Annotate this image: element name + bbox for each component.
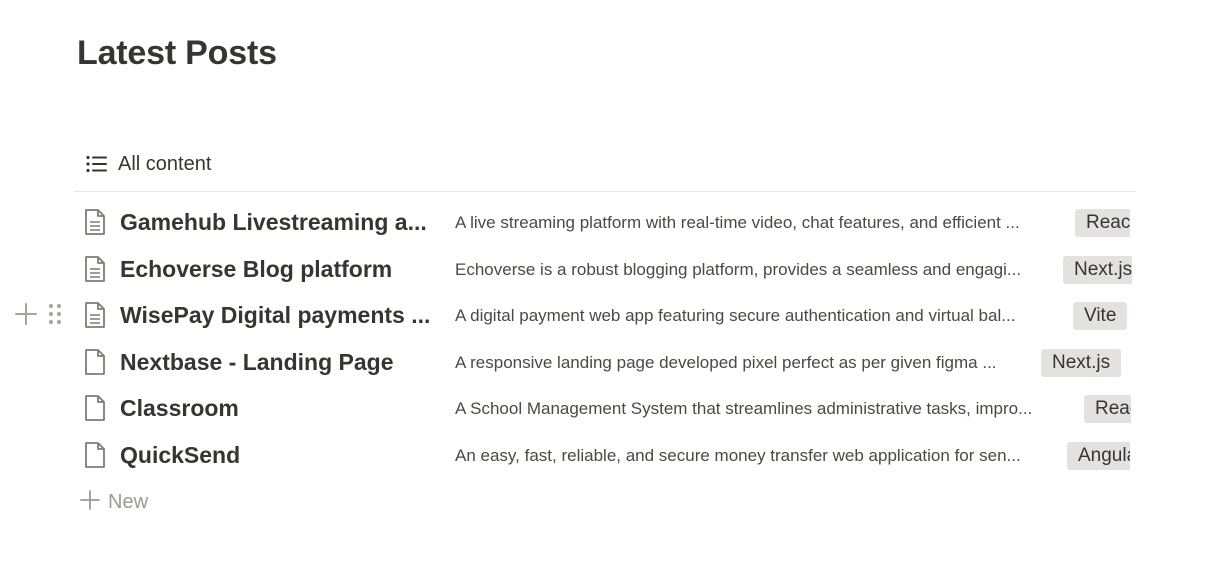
list-item[interactable]: QuickSend An easy, fast, reliable, and s… — [0, 432, 1222, 479]
tech-tag: React — [1084, 395, 1131, 424]
post-title[interactable]: Echoverse Blog platform — [120, 256, 430, 283]
plus-icon[interactable] — [14, 302, 38, 331]
list-item[interactable]: Echoverse Blog platform Echoverse is a r… — [0, 246, 1222, 293]
page-blank-icon — [84, 441, 106, 469]
tag-clip: React — [1075, 209, 1130, 237]
row-hover-controls — [14, 302, 62, 331]
post-description: A live streaming platform with real-time… — [455, 213, 1020, 232]
list-item[interactable]: Nextbase - Landing Page A responsive lan… — [0, 339, 1222, 386]
drag-handle-icon[interactable] — [48, 302, 62, 331]
list-item[interactable]: Gamehub Livestreaming a... A live stream… — [0, 199, 1222, 246]
view-tab-label: All content — [118, 152, 212, 175]
tag-clip: Next.js — [1063, 255, 1132, 284]
tag-clip: Vite — [1073, 302, 1131, 331]
page-text-icon — [84, 301, 106, 329]
page-text-icon — [84, 255, 106, 283]
list-item[interactable]: WisePay Digital payments ... A digital p… — [0, 292, 1222, 339]
plus-icon — [80, 489, 100, 515]
post-description: A School Management System that streamli… — [455, 399, 1033, 419]
view-tab-all-content[interactable]: All content — [86, 150, 211, 178]
add-new-button[interactable]: New — [80, 488, 148, 516]
page-text-icon — [84, 208, 106, 236]
page-title: Latest Posts — [77, 34, 277, 72]
tech-tag: Next.js — [1063, 255, 1132, 284]
add-new-label: New — [108, 490, 149, 513]
list-icon — [86, 155, 108, 173]
tech-tag: Next.js — [1041, 348, 1122, 377]
tag-clip: Next.js — [1041, 348, 1123, 377]
tag-clip: React — [1084, 395, 1131, 424]
post-description: An easy, fast, reliable, and secure mone… — [455, 445, 1021, 465]
page-blank-icon — [84, 348, 106, 376]
tech-tag: Angular — [1067, 441, 1130, 470]
post-title[interactable]: Classroom — [120, 395, 430, 422]
post-description: A digital payment web app featuring secu… — [455, 306, 1016, 326]
post-title[interactable]: WisePay Digital payments ... — [120, 302, 430, 329]
post-list: Gamehub Livestreaming a... A live stream… — [0, 199, 1222, 479]
post-title[interactable]: Gamehub Livestreaming a... — [120, 209, 430, 236]
post-description: Echoverse is a robust blogging platform,… — [455, 259, 1022, 279]
post-description: A responsive landing page developed pixe… — [455, 352, 997, 372]
tech-tag: Vite — [1073, 302, 1128, 331]
post-title[interactable]: QuickSend — [120, 442, 430, 469]
divider — [74, 191, 1136, 192]
page-blank-icon — [84, 394, 106, 422]
post-title[interactable]: Nextbase - Landing Page — [120, 349, 430, 376]
list-item[interactable]: Classroom A School Management System tha… — [0, 385, 1222, 432]
tag-clip: Angular — [1067, 441, 1130, 470]
tech-tag: React — [1075, 209, 1130, 237]
